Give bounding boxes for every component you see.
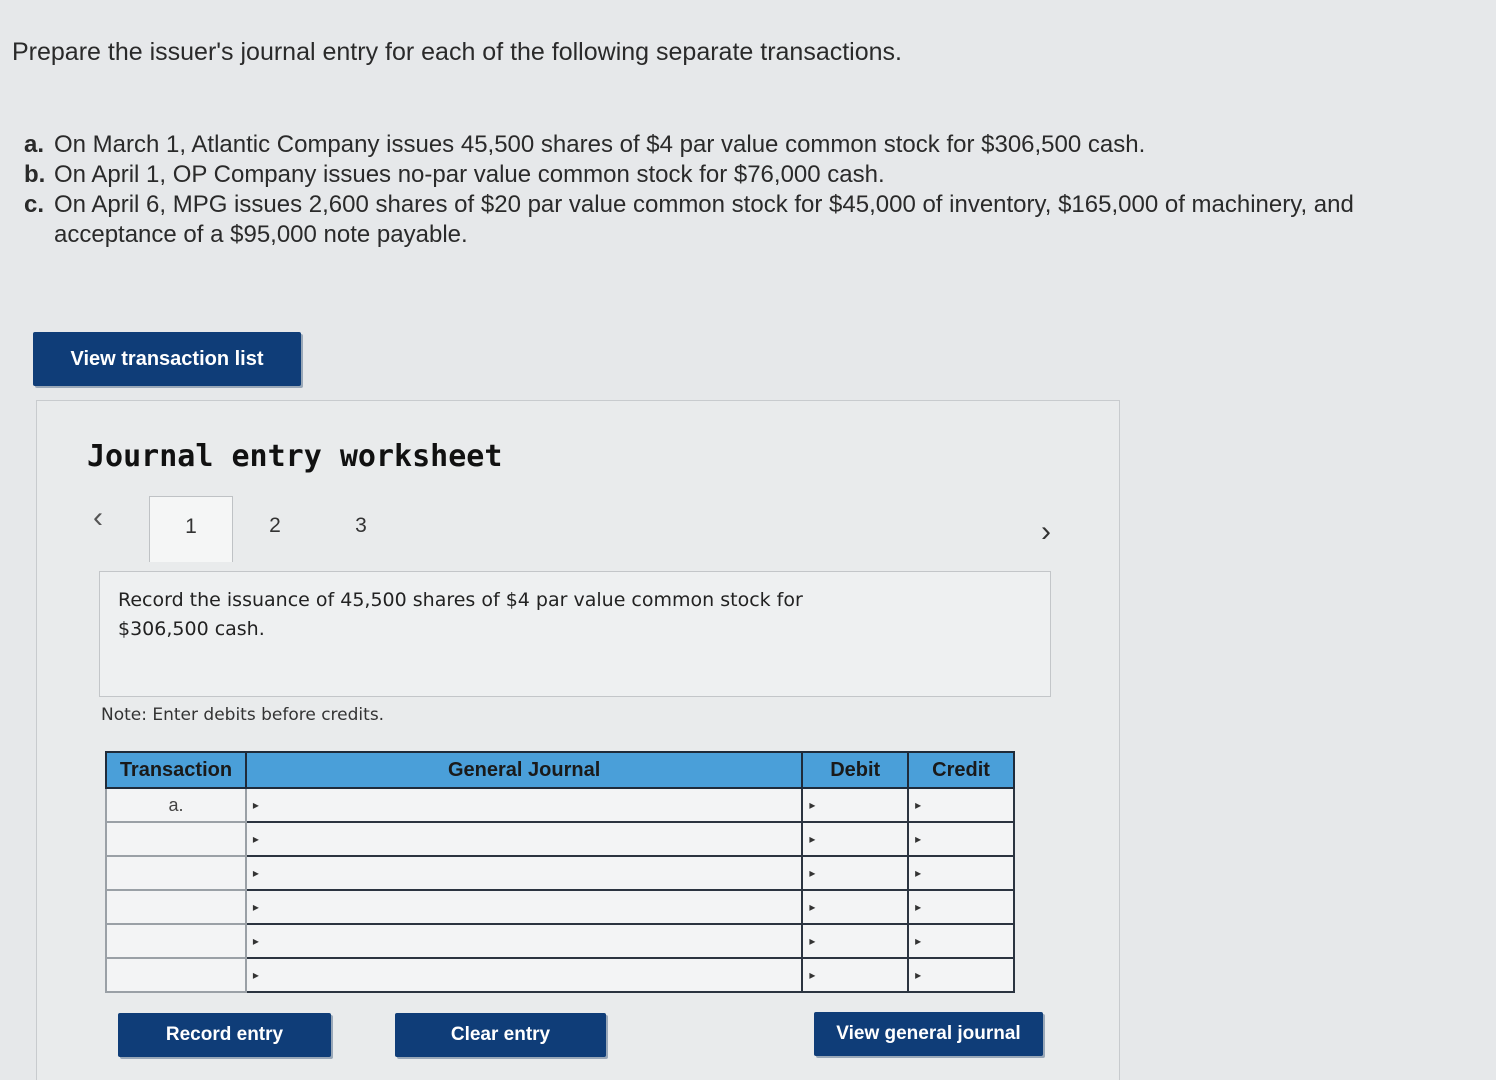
credit-input[interactable]: ▸ <box>907 923 1015 959</box>
debit-input[interactable]: ▸ <box>801 855 910 891</box>
table-row: ▸ ▸ ▸ <box>105 923 1015 959</box>
field-marker-icon: ▸ <box>809 900 816 914</box>
debit-input[interactable]: ▸ <box>801 957 910 993</box>
dropdown-arrow-icon: ▸ <box>252 866 259 880</box>
field-marker-icon: ▸ <box>915 900 922 914</box>
entry-description: Record the issuance of 45,500 shares of … <box>118 589 803 640</box>
dropdown-arrow-icon: ▸ <box>252 934 259 948</box>
debit-input[interactable]: ▸ <box>801 889 910 925</box>
table-row: ▸ ▸ ▸ <box>105 889 1015 925</box>
credit-input[interactable]: ▸ <box>907 889 1015 925</box>
entry-description-box: Record the issuance of 45,500 shares of … <box>99 571 1051 697</box>
credit-input[interactable]: ▸ <box>907 787 1015 823</box>
transaction-cell <box>105 889 247 925</box>
transaction-cell <box>105 957 247 993</box>
instructions-text: Prepare the issuer's journal entry for e… <box>12 38 902 66</box>
dropdown-arrow-icon: ▸ <box>252 832 259 846</box>
tab-3[interactable]: 3 <box>319 496 403 562</box>
table-row: ▸ ▸ ▸ <box>105 821 1015 857</box>
transaction-cell <box>105 923 247 959</box>
debit-input[interactable]: ▸ <box>801 787 910 823</box>
field-marker-icon: ▸ <box>809 832 816 846</box>
transaction-item-c: c. On April 6, MPG issues 2,600 shares o… <box>24 190 1474 250</box>
credit-input[interactable]: ▸ <box>907 821 1015 857</box>
clear-entry-button[interactable]: Clear entry <box>395 1013 606 1057</box>
transaction-text: On March 1, Atlantic Company issues 45,5… <box>54 131 1146 158</box>
table-header-row: Transaction General Journal Debit Credit <box>105 751 1015 789</box>
transaction-cell <box>105 821 247 857</box>
table-row: ▸ ▸ ▸ <box>105 957 1015 993</box>
dropdown-arrow-icon: ▸ <box>252 900 259 914</box>
header-transaction: Transaction <box>105 751 247 789</box>
field-marker-icon: ▸ <box>915 968 922 982</box>
transaction-label: b. <box>24 161 46 188</box>
transaction-cell: a. <box>105 787 247 823</box>
dropdown-arrow-icon: ▸ <box>252 968 259 982</box>
general-journal-table: Transaction General Journal Debit Credit… <box>105 751 1015 993</box>
transaction-text: On April 1, OP Company issues no-par val… <box>54 161 885 188</box>
note-text: Note: Enter debits before credits. <box>101 705 385 725</box>
account-select[interactable]: ▸ <box>244 957 804 993</box>
field-marker-icon: ▸ <box>809 968 816 982</box>
transaction-cell <box>105 855 247 891</box>
account-select[interactable]: ▸ <box>244 787 804 823</box>
view-general-journal-button[interactable]: View general journal <box>814 1012 1043 1056</box>
next-tab-chevron-right-icon[interactable]: › <box>1041 515 1051 549</box>
record-entry-button[interactable]: Record entry <box>118 1013 331 1057</box>
transaction-item-a: a. On March 1, Atlantic Company issues 4… <box>24 130 1474 160</box>
debit-input[interactable]: ▸ <box>801 923 910 959</box>
field-marker-icon: ▸ <box>809 866 816 880</box>
prev-tab-chevron-left-icon[interactable]: ‹ <box>93 501 103 535</box>
field-marker-icon: ▸ <box>915 934 922 948</box>
table-row: ▸ ▸ ▸ <box>105 855 1015 891</box>
transaction-list: a. On March 1, Atlantic Company issues 4… <box>24 130 1474 250</box>
view-transaction-list-button[interactable]: View transaction list <box>33 332 301 386</box>
worksheet-title: Journal entry worksheet <box>87 439 503 474</box>
credit-input[interactable]: ▸ <box>907 855 1015 891</box>
account-select[interactable]: ▸ <box>244 821 804 857</box>
dropdown-arrow-icon: ▸ <box>252 798 259 812</box>
header-debit: Debit <box>801 751 910 789</box>
tab-2[interactable]: 2 <box>233 496 317 562</box>
field-marker-icon: ▸ <box>809 934 816 948</box>
account-select[interactable]: ▸ <box>244 889 804 925</box>
transaction-item-b: b. On April 1, OP Company issues no-par … <box>24 160 1474 190</box>
credit-input[interactable]: ▸ <box>907 957 1015 993</box>
journal-entry-worksheet: Journal entry worksheet ‹ 1 2 3 › Record… <box>36 400 1120 1080</box>
transaction-text: On April 6, MPG issues 2,600 shares of $… <box>54 191 1354 248</box>
table-row: a. ▸ ▸ ▸ <box>105 787 1015 823</box>
header-general-journal: General Journal <box>244 751 804 789</box>
page: Prepare the issuer's journal entry for e… <box>0 0 1496 1080</box>
field-marker-icon: ▸ <box>809 798 816 812</box>
field-marker-icon: ▸ <box>915 832 922 846</box>
account-select[interactable]: ▸ <box>244 855 804 891</box>
tab-1[interactable]: 1 <box>149 496 233 562</box>
debit-input[interactable]: ▸ <box>801 821 910 857</box>
transaction-label: c. <box>24 191 45 218</box>
field-marker-icon: ▸ <box>915 866 922 880</box>
transaction-label: a. <box>24 131 45 158</box>
header-credit: Credit <box>907 751 1015 789</box>
account-select[interactable]: ▸ <box>244 923 804 959</box>
field-marker-icon: ▸ <box>915 798 922 812</box>
